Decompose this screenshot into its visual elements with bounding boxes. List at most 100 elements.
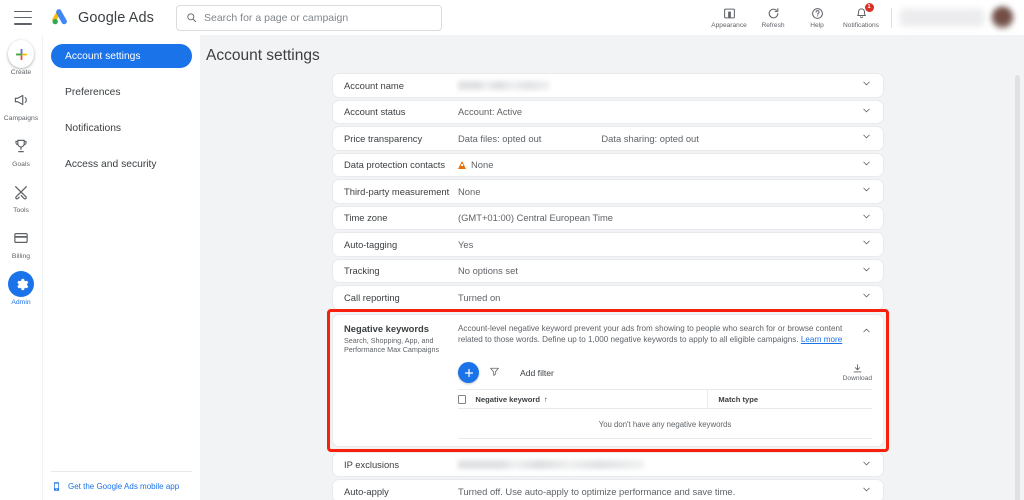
- setting-row-tracking[interactable]: Tracking No options set: [332, 258, 884, 283]
- account-identifier-redacted[interactable]: [900, 9, 984, 26]
- chevron-down-icon[interactable]: [861, 156, 872, 174]
- rail-item-create[interactable]: Create: [0, 40, 43, 76]
- setting-key-auto-tagging: Auto-tagging: [344, 238, 398, 250]
- tools-icon: [15, 186, 27, 200]
- google-ads-mark-icon: [52, 9, 67, 25]
- google-ads-account-settings-page: Google Ads Search for a page or campaign…: [0, 0, 1024, 500]
- rail-label-billing: Billing: [11, 253, 31, 260]
- chevron-up-icon[interactable]: [861, 323, 872, 341]
- sidebar-item-preferences[interactable]: Preferences: [51, 80, 192, 104]
- setting-value-ip-exclusions: [458, 460, 644, 470]
- redacted-value: [458, 80, 550, 90]
- page-title: Account settings: [206, 47, 320, 64]
- sidebar-item-account-settings[interactable]: Account settings: [51, 44, 192, 68]
- help-icon: [811, 6, 824, 21]
- google-ads-logo[interactable]: Google Ads: [50, 7, 154, 28]
- chevron-down-icon[interactable]: [861, 456, 872, 474]
- megaphone-icon: [14, 94, 27, 106]
- negative-keywords-section: Negative keywords Search, Shopping, App,…: [327, 308, 889, 453]
- search-input[interactable]: Search for a page or campaign: [175, 4, 442, 31]
- mobile-phone-icon: [53, 482, 60, 491]
- top-app-bar: Google Ads Search for a page or campaign…: [0, 0, 1024, 35]
- refresh-button[interactable]: Refresh: [751, 0, 795, 35]
- chevron-down-icon[interactable]: [861, 482, 872, 500]
- setting-value-account-status: Account: Active: [458, 106, 523, 118]
- vertical-scrollbar[interactable]: [1015, 75, 1020, 500]
- sidebar-label-account-settings: Account settings: [65, 50, 141, 62]
- rail-item-campaigns[interactable]: Campaigns: [0, 87, 43, 122]
- setting-value-text: None: [471, 159, 494, 171]
- chevron-down-icon[interactable]: [861, 209, 872, 227]
- setting-row-auto-tagging[interactable]: Auto-tagging Yes: [332, 232, 884, 257]
- settings-card-list: Account name Account status Account: Act…: [327, 73, 889, 500]
- setting-row-account-status[interactable]: Account status Account: Active: [332, 99, 884, 124]
- rail-label-create: Create: [10, 69, 32, 76]
- add-filter-button[interactable]: Add filter: [520, 368, 554, 378]
- setting-key-data-protection-contacts: Data protection contacts: [344, 159, 446, 171]
- column-header-negative-keyword[interactable]: Negative keyword ↑: [475, 395, 707, 404]
- setting-row-data-protection-contacts[interactable]: Data protection contacts None: [332, 152, 884, 177]
- column-header-match-type[interactable]: Match type: [707, 389, 758, 409]
- refresh-icon: [767, 6, 780, 21]
- download-icon: [853, 364, 862, 373]
- sidebar-item-access-and-security[interactable]: Access and security: [51, 152, 192, 176]
- chevron-down-icon[interactable]: [861, 288, 872, 306]
- setting-key-auto-apply: Auto-apply: [344, 485, 389, 497]
- setting-key-account-status: Account status: [344, 106, 406, 118]
- chevron-down-icon[interactable]: [861, 129, 872, 147]
- sidebar-label-access-and-security: Access and security: [65, 158, 157, 170]
- help-label: Help: [810, 22, 824, 29]
- negative-keywords-title: Negative keywords: [344, 322, 429, 334]
- learn-more-link[interactable]: Learn more: [801, 335, 842, 344]
- negative-keywords-table: Negative keyword ↑ Match type You don't …: [458, 389, 872, 440]
- rail-label-tools: Tools: [13, 207, 29, 214]
- trophy-icon: [15, 139, 27, 153]
- chevron-down-icon[interactable]: [861, 103, 872, 121]
- setting-key-account-name: Account name: [344, 79, 404, 91]
- chevron-down-icon[interactable]: [861, 182, 872, 200]
- rail-item-goals[interactable]: Goals: [0, 133, 43, 168]
- plus-icon: [15, 48, 27, 60]
- setting-value-auto-apply: Turned off. Use auto-apply to optimize p…: [458, 485, 736, 497]
- refresh-label: Refresh: [761, 22, 785, 29]
- rail-item-billing[interactable]: Billing: [0, 225, 43, 260]
- help-button[interactable]: Help: [795, 0, 839, 35]
- setting-row-price-transparency[interactable]: Price transparency Data files: opted out…: [332, 126, 884, 151]
- negative-keywords-card: Negative keywords Search, Shopping, App,…: [332, 313, 884, 448]
- rail-item-tools[interactable]: Tools: [0, 179, 43, 214]
- chevron-down-icon[interactable]: [861, 76, 872, 94]
- setting-value-third-party-measurement: None: [458, 185, 481, 197]
- top-bar-divider: [891, 7, 892, 28]
- top-bar-actions: Appearance Refresh Help 1 Notifications: [707, 0, 1024, 35]
- mobile-app-promo[interactable]: Get the Google Ads mobile app: [51, 471, 192, 492]
- sort-ascending-icon: ↑: [543, 394, 548, 404]
- sidebar-item-notifications[interactable]: Notifications: [51, 116, 192, 140]
- setting-row-ip-exclusions[interactable]: IP exclusions: [332, 452, 884, 477]
- setting-key-ip-exclusions: IP exclusions: [344, 459, 400, 471]
- avatar[interactable]: [991, 6, 1014, 29]
- hamburger-menu-icon[interactable]: [14, 10, 32, 25]
- empty-state-message: You don't have any negative keywords: [458, 409, 872, 440]
- chevron-down-icon[interactable]: [861, 235, 872, 253]
- setting-row-third-party-measurement[interactable]: Third-party measurement None: [332, 179, 884, 204]
- notifications-label: Notifications: [843, 22, 879, 29]
- setting-row-auto-apply[interactable]: Auto-apply Turned off. Use auto-apply to…: [332, 478, 884, 500]
- select-all-checkbox[interactable]: [458, 395, 467, 404]
- rail-label-admin: Admin: [11, 299, 31, 306]
- setting-row-account-name[interactable]: Account name: [332, 73, 884, 98]
- notifications-button[interactable]: 1 Notifications: [839, 0, 883, 35]
- filter-icon[interactable]: [489, 364, 500, 382]
- setting-key-third-party-measurement: Third-party measurement: [344, 185, 450, 197]
- primary-navigation-rail: Create Campaigns Goals Tools Billing Adm…: [0, 35, 43, 500]
- download-button[interactable]: Download: [843, 363, 872, 382]
- search-icon: [187, 13, 197, 23]
- add-negative-keyword-button[interactable]: [458, 362, 479, 384]
- setting-row-time-zone[interactable]: Time zone (GMT+01:00) Central European T…: [332, 205, 884, 230]
- rail-item-admin[interactable]: Admin: [0, 271, 43, 306]
- appearance-label: Appearance: [711, 22, 747, 29]
- chevron-down-icon[interactable]: [861, 262, 872, 280]
- appearance-button[interactable]: Appearance: [707, 0, 751, 35]
- notifications-badge: 1: [864, 3, 874, 12]
- negative-keywords-toolbar: Add filter Download: [458, 355, 872, 389]
- setting-row-call-reporting[interactable]: Call reporting Turned on: [332, 285, 884, 310]
